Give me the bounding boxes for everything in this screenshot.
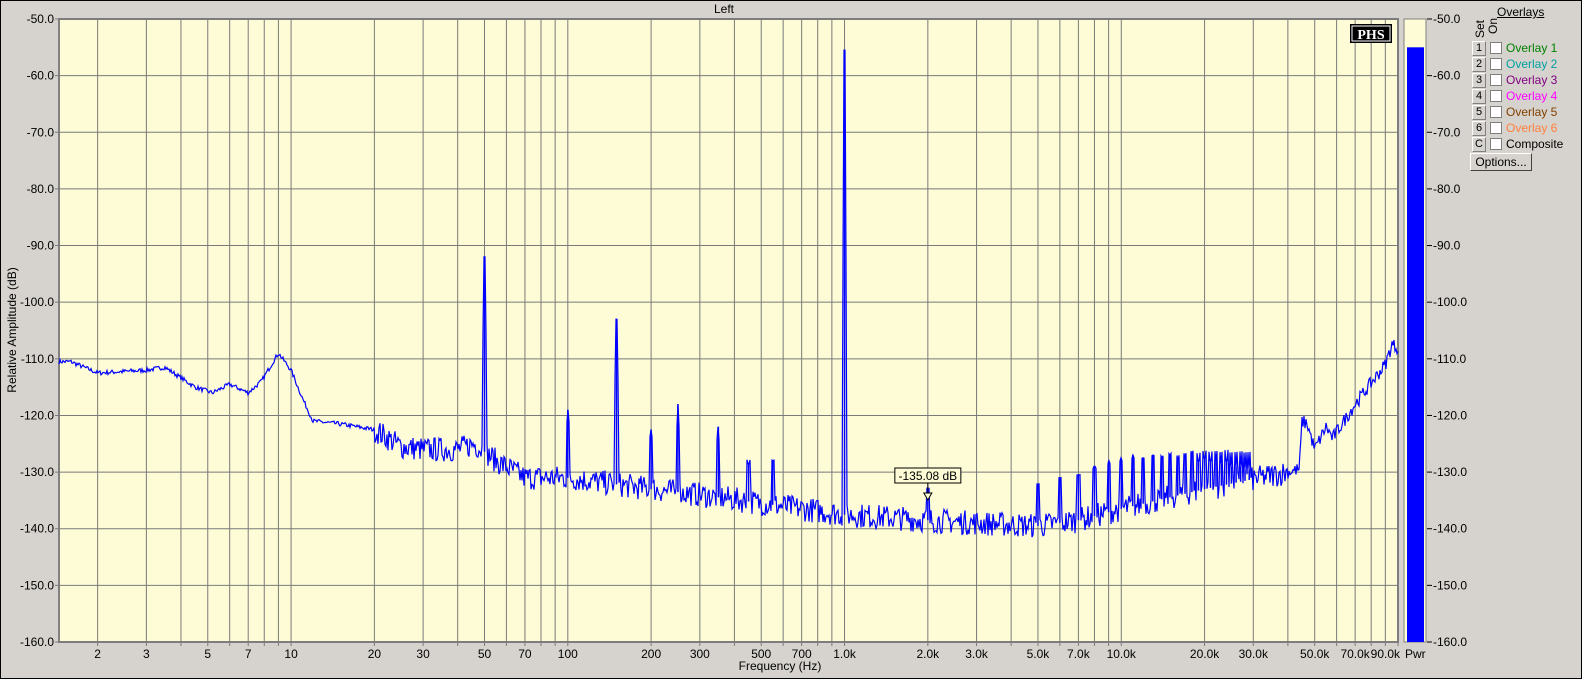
overlay-set-button-1[interactable]: 1: [1472, 40, 1486, 56]
power-tick-label: -50.0: [1433, 12, 1461, 26]
chart-title: Left: [714, 2, 735, 16]
y-tick-label: -100.0: [20, 295, 54, 309]
overlay-checkbox-6[interactable]: [1490, 122, 1502, 134]
power-tick-label: -150.0: [1433, 578, 1467, 592]
x-tick-label: 3.0k: [965, 647, 989, 661]
overlay-row-2: 2 Overlay 2: [1472, 56, 1557, 72]
x-tick-label: 10: [284, 647, 298, 661]
x-tick-label: 7: [245, 647, 252, 661]
y-axis-label: Relative Amplitude (dB): [5, 267, 19, 392]
power-tick-label: -110.0: [1433, 352, 1466, 366]
y-tick-label: -120.0: [20, 408, 54, 422]
y-tick-label: -90.0: [27, 239, 55, 253]
marker-label: -135.08 dB: [898, 469, 957, 483]
x-tick-label: 5: [204, 647, 211, 661]
power-tick-label: -100.0: [1433, 295, 1467, 309]
power-meter-fill: [1407, 47, 1424, 643]
overlay-row-3: 3 Overlay 3: [1472, 72, 1557, 88]
y-tick-label: -110.0: [21, 352, 54, 366]
overlay-checkbox-4[interactable]: [1490, 90, 1502, 102]
phs-logo-text: PHS: [1357, 28, 1384, 43]
overlay-row-5: 5 Overlay 5: [1472, 104, 1557, 120]
spectrum-chart: Left -50.0 -60.0 -70.0 -80.0 -90.0 -100.0 -110.…: [5, 2, 1467, 673]
y-tick-label: -70.0: [27, 125, 55, 139]
x-tick-label: 50.0k: [1300, 647, 1330, 661]
power-tick-label: -80.0: [1433, 182, 1461, 196]
set-column-header: Set: [1473, 19, 1487, 38]
x-tick-label: 10.0k: [1107, 647, 1137, 661]
x-axis-label: Frequency (Hz): [739, 659, 822, 673]
overlay-row-4: 4 Overlay 4: [1472, 88, 1557, 104]
overlay-set-button-2[interactable]: 2: [1472, 56, 1486, 72]
overlay-checkbox-2[interactable]: [1490, 58, 1502, 70]
y-tick-label: -50.0: [27, 12, 55, 26]
overlay-set-button-C[interactable]: C: [1472, 136, 1486, 152]
overlay-checkbox-3[interactable]: [1490, 74, 1502, 86]
x-tick-label: 70: [518, 647, 532, 661]
overlay-label-6: Overlay 6: [1506, 121, 1558, 135]
y-tick-label: -130.0: [20, 465, 54, 479]
x-tick-label: 70.0k: [1340, 647, 1370, 661]
overlay-set-button-6[interactable]: 6: [1472, 120, 1486, 136]
x-tick-label: 50: [478, 647, 492, 661]
power-tick-label: -90.0: [1433, 239, 1461, 253]
y-tick-label: -80.0: [27, 182, 55, 196]
y-tick-label: -60.0: [27, 69, 55, 83]
power-tick-label: -60.0: [1433, 69, 1461, 83]
x-tick-label: 200: [641, 647, 661, 661]
plot-area: [58, 18, 1399, 643]
overlay-set-button-4[interactable]: 4: [1472, 88, 1486, 104]
overlay-checkbox-C[interactable]: [1490, 138, 1502, 150]
overlay-label-1: Overlay 1: [1506, 41, 1558, 55]
x-tick-label: 30: [416, 647, 430, 661]
power-tick-label: -140.0: [1433, 522, 1467, 536]
x-tick-label: 30.0k: [1239, 647, 1269, 661]
x-tick-label: 20: [368, 647, 382, 661]
overlays-title: Overlays: [1497, 5, 1545, 19]
power-tick-label: -130.0: [1433, 465, 1467, 479]
x-tick-label: 100: [558, 647, 578, 661]
overlay-label-3: Overlay 3: [1506, 73, 1558, 87]
x-tick-label: 7.0k: [1067, 647, 1091, 661]
overlay-row-1: 1 Overlay 1: [1472, 40, 1557, 56]
y-tick-label: -160.0: [20, 635, 54, 649]
x-tick-label: 5.0k: [1027, 647, 1051, 661]
power-tick-label: -120.0: [1433, 408, 1467, 422]
overlay-row-C: C Composite: [1472, 136, 1563, 152]
options-button[interactable]: Options...: [1470, 153, 1532, 171]
overlay-set-button-5[interactable]: 5: [1472, 104, 1486, 120]
x-tick-label: 3: [143, 647, 150, 661]
on-column-header: On: [1486, 17, 1500, 34]
overlay-checkbox-1[interactable]: [1490, 42, 1502, 54]
x-tick-label: 300: [690, 647, 710, 661]
overlay-label-5: Overlay 5: [1506, 105, 1558, 119]
overlay-label-C: Composite: [1506, 137, 1564, 151]
x-tick-label: 90.0k: [1371, 647, 1401, 661]
overlay-label-4: Overlay 4: [1506, 89, 1558, 103]
power-tick-label: -70.0: [1433, 125, 1461, 139]
power-tick-label: -160.0: [1433, 635, 1467, 649]
overlay-set-button-3[interactable]: 3: [1472, 72, 1486, 88]
x-tick-label: 20.0k: [1190, 647, 1220, 661]
overlay-checkbox-5[interactable]: [1490, 106, 1502, 118]
overlay-label-2: Overlay 2: [1506, 57, 1558, 71]
x-tick-label: 2: [94, 647, 101, 661]
x-tick-label: 2.0k: [916, 647, 940, 661]
power-meter-label: Pwr: [1405, 647, 1426, 661]
y-tick-label: -140.0: [20, 522, 54, 536]
y-tick-label: -150.0: [20, 578, 54, 592]
x-tick-label: 1.0k: [833, 647, 857, 661]
overlay-row-6: 6 Overlay 6: [1472, 120, 1557, 136]
